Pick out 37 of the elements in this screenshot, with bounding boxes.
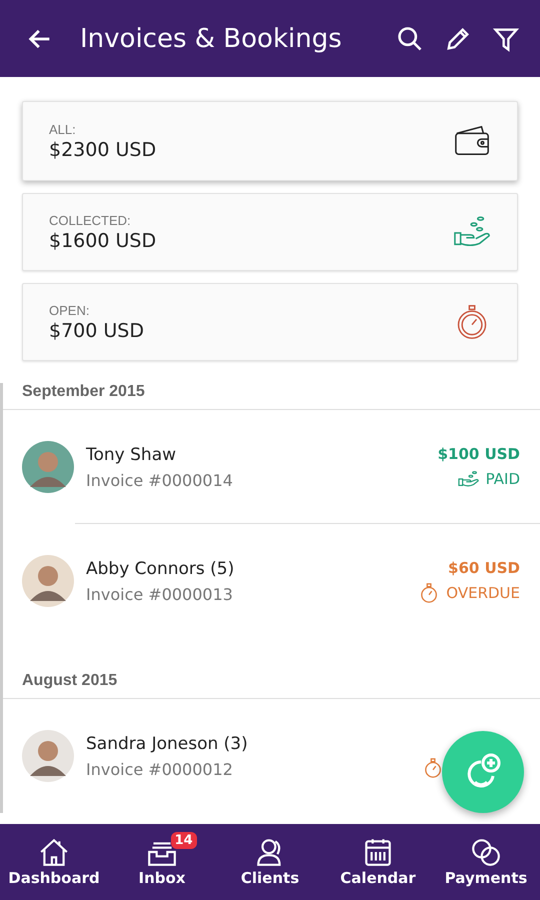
card-label: ALL: (49, 122, 77, 136)
screen-title: Invoices & Bookings (80, 24, 343, 54)
stopwatch-icon (422, 758, 444, 778)
avatar (22, 555, 74, 607)
client-name: Sandra Joneson (3) (86, 734, 249, 754)
invoice-amount: $60 USD (448, 559, 520, 577)
coins-hand-icon (458, 469, 480, 489)
count-badge: 14 (170, 832, 197, 849)
nav-tab[interactable]: Dashboard (0, 824, 108, 900)
nav-tab[interactable]: Payments (432, 824, 540, 900)
status-label: OVERDUE (446, 584, 520, 602)
coins-icon (470, 837, 502, 867)
calendar-icon (362, 837, 394, 867)
nav-tab[interactable]: Calendar (324, 824, 432, 900)
summary-card[interactable]: ALL: $2300 USD (22, 101, 518, 181)
client-name: Tony Shaw (86, 444, 178, 464)
section-header: August 2015 (3, 672, 540, 699)
invoice-number: Invoice #0000014 (86, 470, 234, 490)
section-header: September 2015 (3, 383, 540, 410)
summary-card[interactable]: OPEN: $700 USD (22, 283, 518, 361)
home-icon (38, 837, 70, 867)
invoice-amount: $100 USD (438, 445, 520, 463)
card-label: OPEN: (49, 302, 90, 318)
status-label: PAID (486, 470, 520, 488)
summary-card[interactable]: COLLECTED: $1600 USD (22, 193, 518, 271)
nav-tab[interactable]: Clients (216, 824, 324, 900)
avatar (22, 730, 74, 782)
avatar (22, 441, 74, 493)
invoice-number: Invoice #0000013 (86, 584, 234, 604)
card-amount: $700 USD (49, 320, 145, 342)
search-icon (396, 24, 424, 52)
nav-tab[interactable]: Inbox 14 (108, 824, 216, 900)
card-amount: $2300 USD (49, 138, 158, 160)
card-label: COLLECTED: (49, 212, 132, 228)
invoice-number: Invoice #0000012 (86, 760, 234, 778)
client-name: Abby Connors (5) (86, 558, 236, 578)
card-amount: $1600 USD (49, 230, 158, 252)
